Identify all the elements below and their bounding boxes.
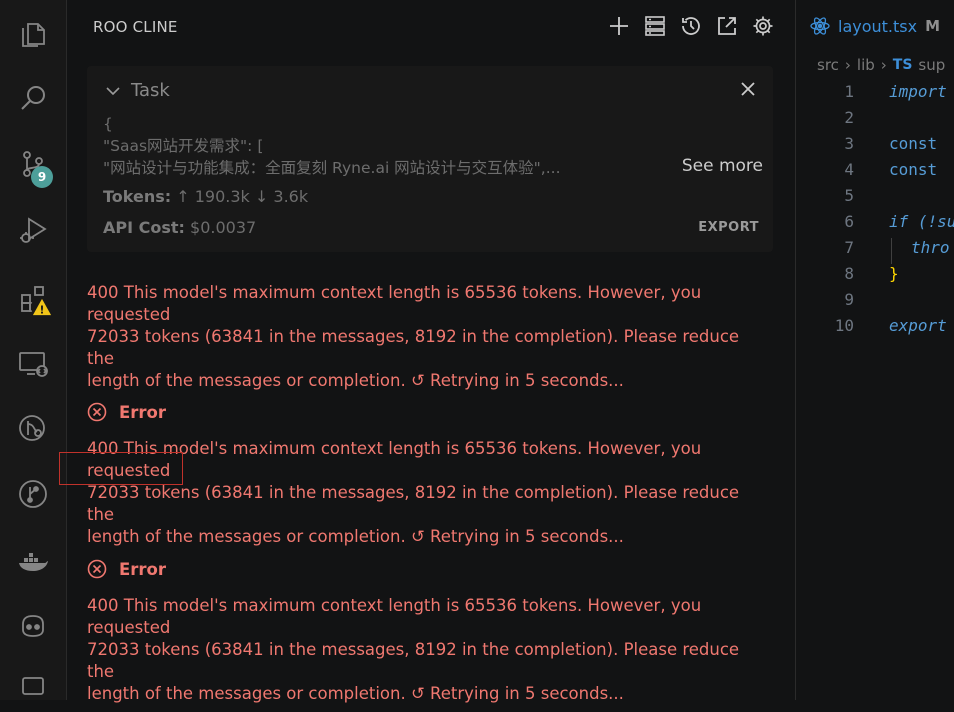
error-message-line: 72033 tokens (63841 in the messages, 819… (87, 483, 740, 524)
typescript-icon: TS (892, 57, 913, 73)
breadcrumb-item[interactable]: lib (857, 56, 875, 74)
roo-cline-panel: ROO CLINE Task { "Saas网站开发需求": [ "网站设计与功… (67, 0, 795, 703)
line-number: 2 (844, 108, 854, 127)
error-message-line: 72033 tokens (63841 in the messages, 819… (87, 640, 740, 681)
line-number: 5 (844, 186, 854, 205)
code-line[interactable]: 6 if (!su (796, 212, 954, 238)
task-label: Task (131, 80, 170, 101)
tokens-up: ↑ 190.3k (176, 187, 250, 206)
editor-area: layout.tsx M src › lib › TS sup 1 import … (796, 0, 954, 700)
api-cost-label: API Cost: (103, 218, 185, 237)
see-more-button[interactable]: See more (682, 156, 763, 176)
task-card: Task { "Saas网站开发需求": [ "网站设计与功能集成：全面复刻 R… (87, 66, 773, 252)
code-text: const (889, 160, 938, 179)
source-control-badge: 9 (31, 166, 53, 188)
error-message: 400 This model's maximum context length … (87, 595, 767, 705)
code-line[interactable]: 7 thro (796, 238, 954, 264)
react-icon (810, 17, 830, 35)
error-message-line: 400 This model's maximum context length … (87, 596, 702, 637)
error-message-line: length of the messages or completion. ↺ … (87, 527, 624, 546)
code-line[interactable]: 3 const (796, 134, 954, 160)
breadcrumb: src › lib › TS sup (817, 56, 945, 74)
line-number: 3 (844, 134, 854, 153)
run-debug-icon[interactable] (0, 206, 66, 254)
line-number: 4 (844, 160, 854, 179)
activity-bar: 9 ! (0, 0, 67, 700)
code-text: import (889, 82, 947, 101)
remote-explorer-icon[interactable] (0, 340, 66, 388)
code-line[interactable]: 9 (796, 290, 954, 316)
extensions-icon[interactable]: ! (0, 274, 66, 322)
code-line[interactable]: 4 const (796, 160, 954, 186)
server-icon[interactable] (641, 12, 669, 40)
breadcrumb-item[interactable]: src (817, 56, 839, 74)
close-icon[interactable] (737, 78, 759, 100)
line-number: 8 (844, 264, 854, 283)
task-text-line: "网站设计与功能集成：全面复刻 Ryne.ai 网站设计与交互体验",... (103, 159, 561, 177)
code-line[interactable]: 8} (796, 264, 954, 290)
popout-icon[interactable] (713, 12, 741, 40)
task-text-line: { (103, 115, 113, 133)
chat-icon[interactable] (0, 664, 66, 712)
code-line[interactable]: 2 (796, 108, 954, 134)
error-message-line: 72033 tokens (63841 in the messages, 819… (87, 327, 740, 368)
warning-icon: ! (31, 296, 53, 318)
explorer-icon[interactable] (0, 10, 66, 58)
chevron-right-icon: › (880, 56, 887, 74)
error-title: Error (119, 402, 167, 422)
code-text: } (889, 264, 899, 283)
tokens-label: Tokens: (103, 187, 172, 206)
editor-tab[interactable]: layout.tsx M (810, 16, 940, 36)
panel-title: ROO CLINE (93, 18, 178, 36)
api-cost-value: $0.0037 (190, 218, 257, 237)
error-message: 400 This model's maximum context length … (87, 438, 767, 548)
new-task-icon[interactable] (605, 12, 633, 40)
tab-filename: layout.tsx (838, 16, 918, 36)
line-number: 1 (844, 82, 854, 101)
tab-modified-indicator: M (925, 17, 941, 35)
error-circle-icon (87, 402, 107, 422)
chevron-right-icon: › (844, 56, 851, 74)
history-icon[interactable] (677, 12, 705, 40)
error-message-line: length of the messages or completion. ↺ … (87, 684, 624, 703)
settings-gear-icon[interactable] (749, 12, 777, 40)
gitlens-icon[interactable] (0, 404, 66, 452)
docker-icon[interactable] (0, 538, 66, 586)
error-message: 400 This model's maximum context length … (87, 282, 767, 392)
line-number: 10 (834, 316, 854, 335)
source-control-icon[interactable]: 9 (0, 140, 66, 188)
api-cost-row: API Cost: $0.0037 (103, 218, 256, 237)
error-header: Error (87, 559, 166, 579)
error-title: Error (119, 559, 167, 579)
breadcrumb-item[interactable]: sup (918, 56, 945, 74)
git-graph-icon[interactable] (0, 470, 66, 518)
error-header: Error (87, 402, 166, 422)
task-text: { "Saas网站开发需求": [ "网站设计与功能集成：全面复刻 Ryne.a… (103, 113, 623, 179)
code-text: export (889, 316, 947, 335)
chevron-down-icon[interactable] (105, 83, 121, 99)
code-text: if (!su (889, 212, 954, 231)
tokens-row: Tokens: ↑ 190.3k ↓ 3.6k (103, 187, 308, 206)
line-number: 7 (844, 238, 854, 257)
annotation-highlight-box (59, 452, 183, 485)
code-line[interactable]: 1 import (796, 82, 954, 108)
error-circle-icon (87, 559, 107, 579)
code-text: thro (911, 238, 950, 257)
export-button[interactable]: EXPORT (698, 220, 759, 235)
panel-toolbar (605, 12, 777, 40)
task-header[interactable]: Task (105, 80, 170, 101)
error-message-line: 400 This model's maximum context length … (87, 439, 702, 480)
error-message-line: length of the messages or completion. ↺ … (87, 371, 624, 390)
search-icon[interactable] (0, 74, 66, 122)
line-number: 6 (844, 212, 854, 231)
code-text: const (889, 134, 938, 153)
copilot-icon[interactable] (0, 602, 66, 650)
task-text-line: "Saas网站开发需求": [ (103, 137, 264, 155)
tokens-down: ↓ 3.6k (254, 187, 309, 206)
line-number: 9 (844, 290, 854, 309)
extensions-badge: ! (40, 303, 45, 316)
code-line[interactable]: 5 (796, 186, 954, 212)
code-line[interactable]: 10 export (796, 316, 954, 342)
error-message-line: 400 This model's maximum context length … (87, 283, 702, 324)
